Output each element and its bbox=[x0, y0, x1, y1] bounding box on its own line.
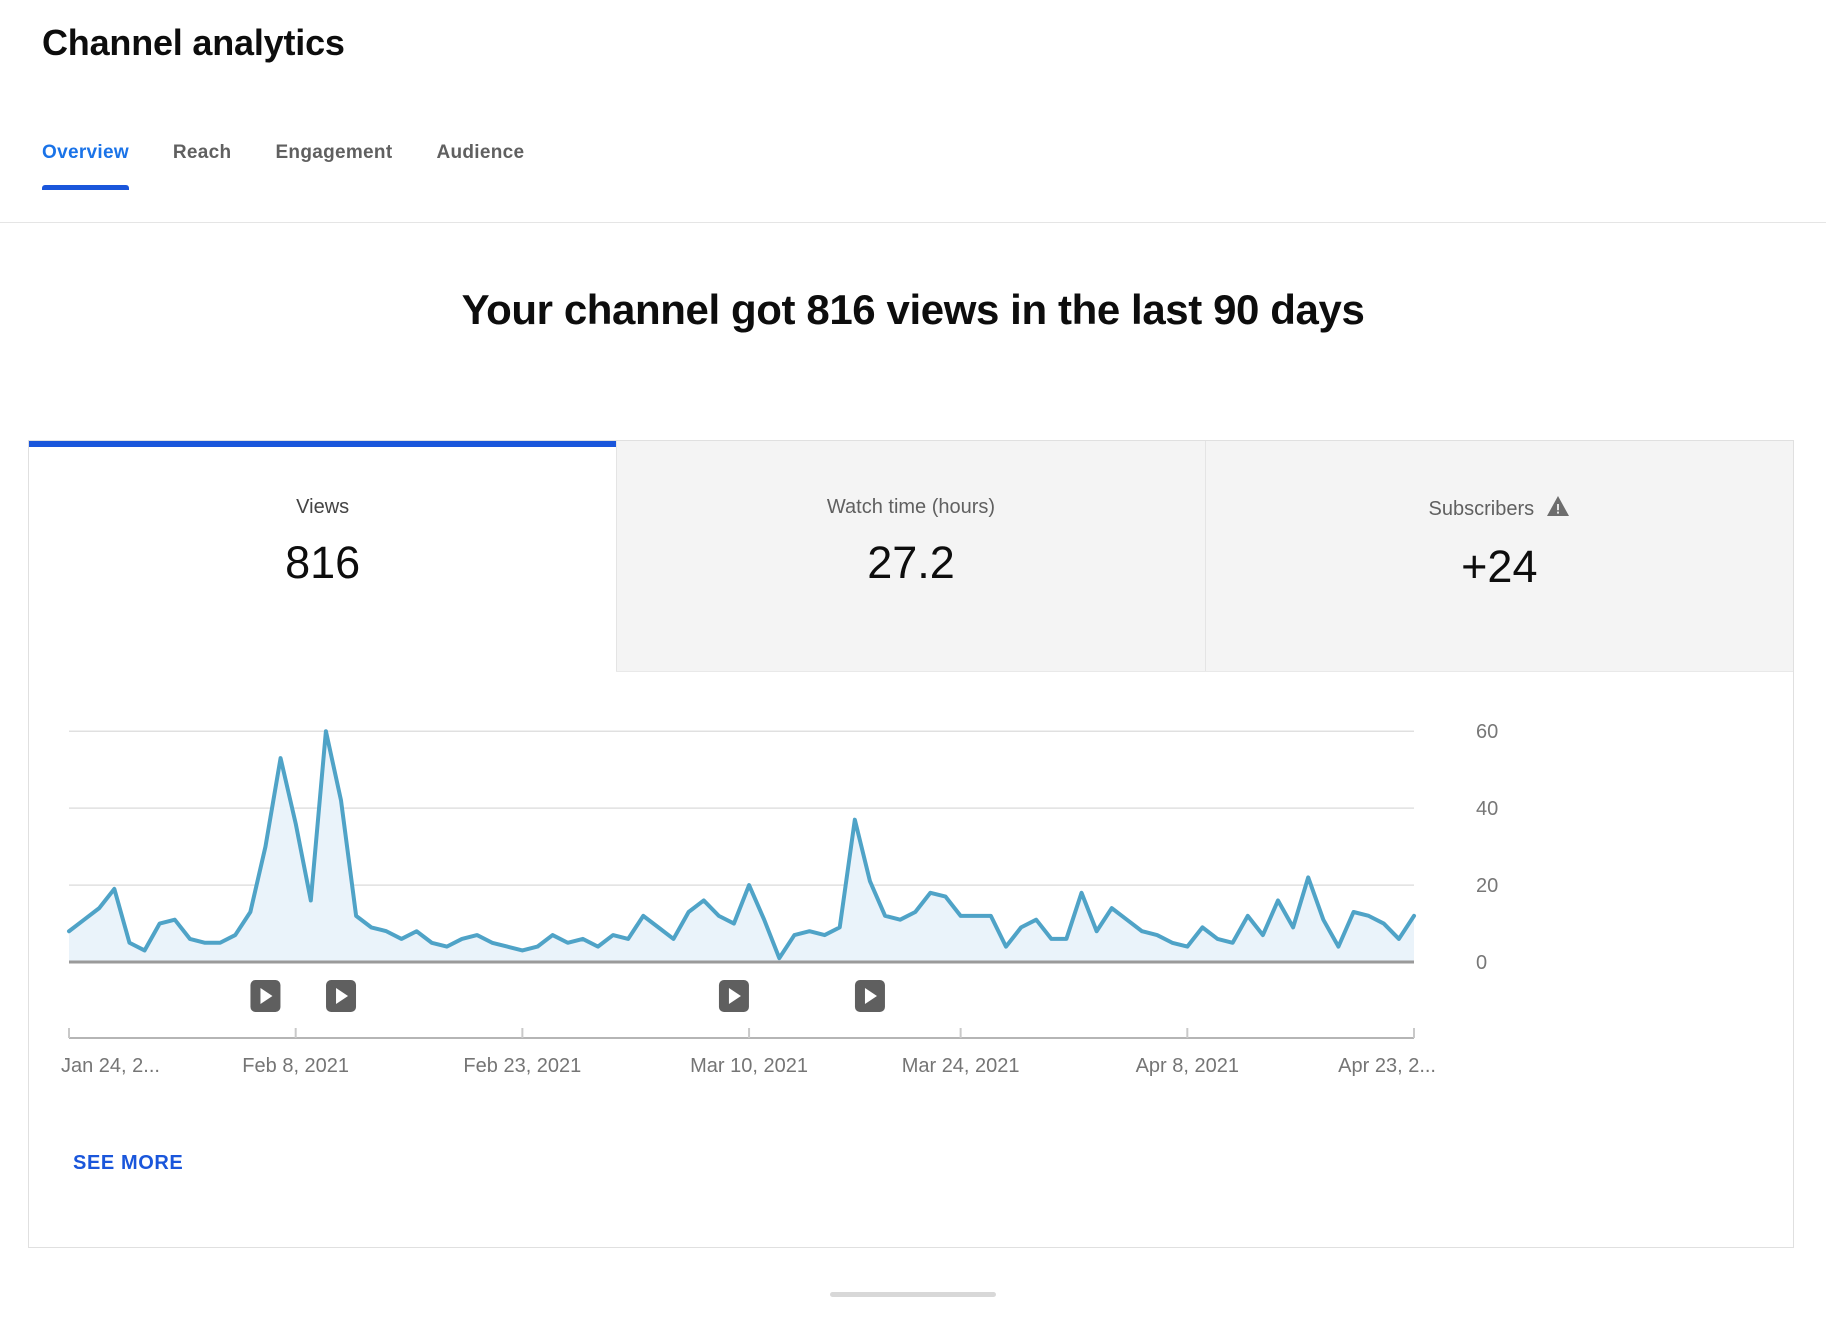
tab-reach[interactable]: Reach bbox=[151, 142, 254, 190]
tab-audience-label: Audience bbox=[436, 142, 525, 163]
tabs-divider bbox=[0, 222, 1826, 223]
metric-subscribers-label: Subscribers bbox=[1428, 498, 1535, 520]
views-chart-region: 0 20 40 60 Jan 24, 2... Feb 8, 2021 Feb 23, 20… bbox=[29, 672, 1793, 1248]
tab-active-underline bbox=[42, 185, 129, 190]
x-tick-label: Feb 8, 2021 bbox=[242, 1055, 349, 1077]
tab-overview[interactable]: Overview bbox=[42, 142, 151, 190]
tab-engagement-label: Engagement bbox=[275, 142, 393, 163]
x-tick-label: Feb 23, 2021 bbox=[463, 1055, 581, 1077]
video-marker-icon[interactable] bbox=[854, 980, 885, 1012]
analytics-tabs: Overview Reach Engagement Audience bbox=[42, 142, 546, 190]
chart-area-fill bbox=[69, 731, 1414, 962]
tab-engagement[interactable]: Engagement bbox=[253, 142, 414, 190]
metric-watch-time-label-row: Watch time (hours) bbox=[827, 495, 995, 519]
x-tick-label: Apr 23, 2... bbox=[1338, 1055, 1436, 1077]
metric-card-views[interactable]: Views 816 bbox=[29, 441, 617, 672]
views-over-time-chart[interactable]: 0 20 40 60 Jan 24, 2... Feb 8, 2021 Feb 23, 20… bbox=[29, 672, 1793, 1142]
page-scroll-indicator bbox=[830, 1292, 996, 1297]
y-tick-label: 0 bbox=[1476, 952, 1487, 974]
video-marker-icon[interactable] bbox=[250, 980, 281, 1012]
metric-watch-time-label: Watch time (hours) bbox=[826, 496, 996, 518]
metric-tab-strip: Views 816 Watch time (hours) 27.2 Subscr… bbox=[29, 441, 1793, 672]
y-tick-label: 20 bbox=[1476, 875, 1498, 897]
tab-overview-label: Overview bbox=[42, 142, 129, 163]
metric-views-label-row: Views bbox=[296, 495, 349, 519]
metric-subscribers-value: +24 bbox=[1461, 541, 1538, 592]
x-tick-label: Jan 24, 2... bbox=[61, 1055, 160, 1077]
metric-card-watch-time[interactable]: Watch time (hours) 27.2 bbox=[616, 441, 1205, 671]
page-title: Channel analytics bbox=[42, 22, 345, 63]
metric-views-value: 816 bbox=[285, 537, 361, 588]
tab-reach-label: Reach bbox=[172, 142, 232, 163]
headline-summary: Your channel got 816 views in the last 9… bbox=[461, 286, 1365, 333]
x-tick-label: Mar 24, 2021 bbox=[902, 1055, 1020, 1077]
video-marker-icon[interactable] bbox=[326, 980, 357, 1012]
metric-card-subscribers[interactable]: Subscribers +24 bbox=[1204, 441, 1793, 671]
metric-watch-time-value: 27.2 bbox=[867, 537, 955, 588]
see-more-link[interactable]: SEE MORE bbox=[73, 1152, 183, 1175]
metric-subscribers-label-row: Subscribers bbox=[1429, 495, 1571, 523]
tab-audience[interactable]: Audience bbox=[414, 142, 546, 190]
metric-views-label: Views bbox=[296, 496, 350, 518]
overview-metrics-card: Views 816 Watch time (hours) 27.2 Subscr… bbox=[28, 440, 1794, 1248]
x-tick-label: Mar 10, 2021 bbox=[690, 1055, 808, 1077]
y-tick-label: 60 bbox=[1476, 721, 1498, 743]
x-tick-label: Apr 8, 2021 bbox=[1136, 1055, 1239, 1077]
y-tick-label: 40 bbox=[1476, 798, 1498, 820]
warning-triangle-icon[interactable] bbox=[1546, 495, 1570, 523]
video-marker-icon[interactable] bbox=[718, 980, 749, 1012]
